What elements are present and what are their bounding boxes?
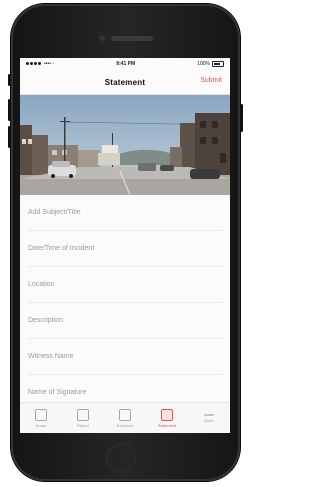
submit-button[interactable]: Submit bbox=[200, 77, 222, 84]
power-button bbox=[240, 104, 243, 132]
app-screen: •••• ◦ 9:41 PM 100% Statement Submit Add… bbox=[20, 58, 230, 433]
datetime-placeholder: Date/Time of Incident bbox=[28, 245, 95, 252]
street-scene-image bbox=[20, 95, 230, 195]
evidence-icon bbox=[119, 408, 131, 421]
location-placeholder: Location bbox=[28, 281, 55, 288]
tab-evidence[interactable]: Evidence bbox=[104, 403, 146, 433]
signature-placeholder: Name of Signature bbox=[28, 389, 87, 396]
tab-report-label: Report bbox=[76, 422, 89, 428]
status-bar: •••• ◦ 9:41 PM 100% bbox=[20, 58, 230, 70]
carrier-text: •••• ◦ bbox=[44, 61, 55, 67]
page-title: Statement bbox=[104, 77, 146, 87]
home-button[interactable] bbox=[106, 443, 136, 473]
tab-statement-label: Statement bbox=[157, 422, 177, 428]
datetime-field[interactable]: Date/Time of Incident bbox=[28, 231, 222, 267]
description-field[interactable]: Description bbox=[28, 303, 222, 339]
volume-down-button bbox=[8, 126, 11, 148]
front-camera-icon bbox=[99, 35, 105, 41]
volume-up-button bbox=[8, 99, 11, 121]
statement-icon bbox=[161, 408, 173, 421]
incident-photo[interactable] bbox=[20, 95, 230, 195]
tab-report[interactable]: Report bbox=[62, 403, 104, 433]
tab-evidence-label: Evidence bbox=[116, 422, 134, 428]
witness-placeholder: Witness Name bbox=[28, 353, 74, 360]
tab-statement[interactable]: Statement bbox=[146, 403, 188, 433]
tab-home-label: Home bbox=[35, 422, 47, 428]
status-time: 9:41 PM bbox=[116, 61, 136, 67]
tab-more[interactable]: More bbox=[188, 403, 230, 433]
witness-field[interactable]: Witness Name bbox=[28, 339, 222, 375]
tab-bar: Home Report Evidence Statement More bbox=[20, 402, 230, 433]
subject-placeholder: Add Subject/Title bbox=[28, 209, 81, 216]
battery-icon bbox=[212, 61, 224, 67]
mute-switch bbox=[8, 74, 11, 86]
report-icon bbox=[77, 408, 89, 421]
phone-frame: •••• ◦ 9:41 PM 100% Statement Submit Add… bbox=[8, 4, 243, 481]
home-icon bbox=[35, 408, 47, 421]
tab-home[interactable]: Home bbox=[20, 403, 62, 433]
subject-field[interactable]: Add Subject/Title bbox=[28, 195, 222, 231]
navigation-bar: Statement Submit bbox=[20, 70, 230, 95]
battery-percent: 100% bbox=[197, 61, 210, 67]
location-field[interactable]: Location bbox=[28, 267, 222, 303]
signal-dots-icon bbox=[26, 61, 42, 67]
earpiece-speaker bbox=[111, 36, 153, 41]
tab-more-label: More bbox=[204, 417, 214, 423]
carrier-signal: •••• ◦ bbox=[26, 61, 54, 67]
more-icon bbox=[204, 413, 214, 416]
battery-status: 100% bbox=[197, 61, 224, 67]
description-placeholder: Description bbox=[28, 317, 64, 324]
statement-form: Add Subject/Title Date/Time of Incident … bbox=[20, 195, 230, 411]
